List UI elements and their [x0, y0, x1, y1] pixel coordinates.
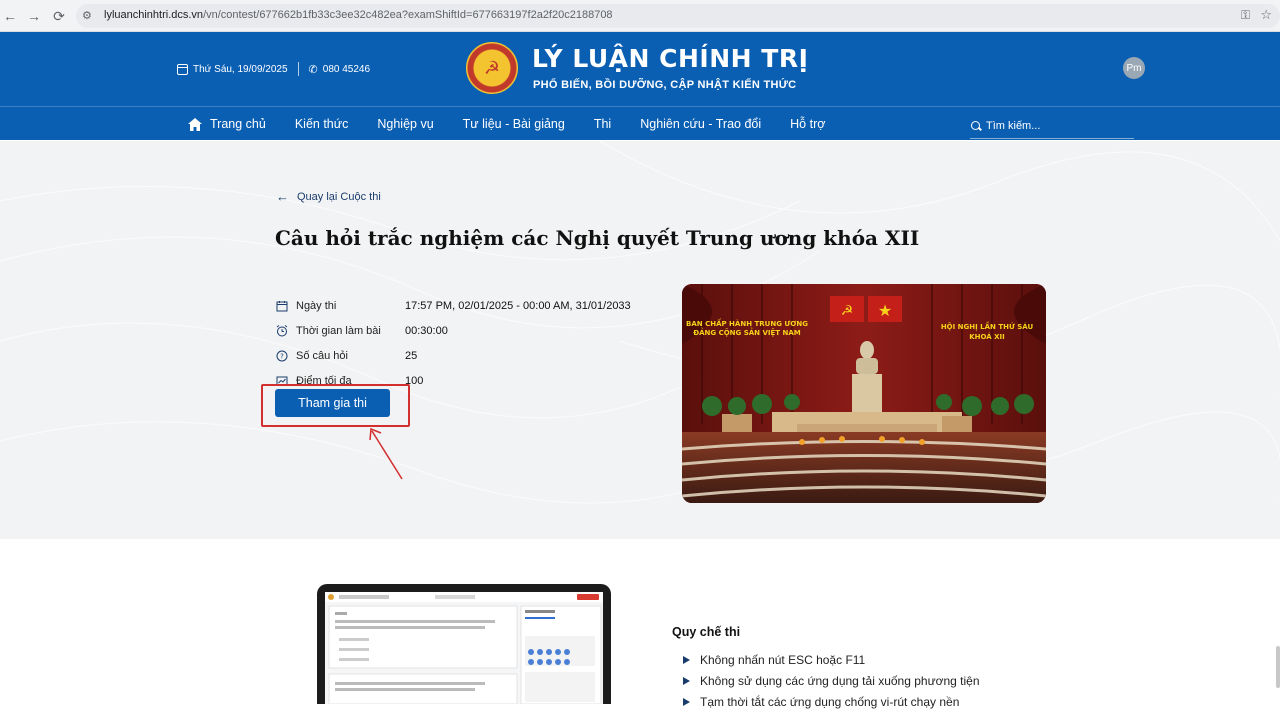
address-bar[interactable]: ⚙ lyluanchinhtri.dcs.vn/vn/contest/67766…: [76, 4, 1280, 28]
nav-item-home[interactable]: Trang chủ: [188, 117, 266, 131]
avatar[interactable]: Pm: [1123, 57, 1145, 79]
header-date: Thứ Sáu, 19/09/2025: [193, 63, 288, 75]
rules-title: Quy chế thi: [672, 625, 741, 639]
site-info-icon[interactable]: ⚙: [82, 9, 96, 23]
search-box[interactable]: [970, 113, 1134, 139]
page-title: Câu hỏi trắc nghiệm các Nghị quyết Trung…: [275, 226, 920, 250]
search-input[interactable]: [986, 119, 1126, 132]
laptop-screen: [325, 592, 603, 704]
site-header: Thứ Sáu, 19/09/2025 ✆ 080 45246 ☭ LÝ LUẬ…: [0, 32, 1280, 106]
bookmark-star-icon[interactable]: ☆: [1260, 7, 1272, 23]
list-item: Không nhấn nút ESC hoặc F11: [683, 649, 980, 670]
divider: [297, 62, 299, 76]
annotation-arrow-icon: [369, 427, 403, 480]
question-circle-icon: ?: [276, 350, 288, 362]
nav-items: Trang chủ Kiến thức Nghiệp vụ Tư liệu - …: [188, 107, 854, 141]
url-text: lyluanchinhtri.dcs.vn/vn/contest/677662b…: [104, 9, 613, 21]
info-label: Ngày thi: [296, 299, 337, 312]
main-nav: Trang chủ Kiến thức Nghiệp vụ Tư liệu - …: [0, 106, 1280, 140]
back-icon[interactable]: ←: [0, 6, 20, 26]
nav-item-knowledge[interactable]: Kiến thức: [295, 117, 349, 131]
svg-text:★: ★: [878, 301, 892, 320]
join-exam-button[interactable]: Tham gia thi: [275, 389, 390, 417]
back-to-contests-link[interactable]: ← Quay lại Cuộc thi: [276, 189, 381, 204]
back-label: Quay lại Cuộc thi: [297, 190, 381, 203]
info-label: Số câu hỏi: [296, 349, 348, 362]
rules-section: Quy chế thi Không nhấn nút ESC hoặc F11 …: [0, 539, 1280, 709]
key-icon[interactable]: ⚿: [1241, 8, 1250, 23]
calendar-icon: [177, 63, 188, 75]
list-item: Không sử dụng các ứng dụng tải xuống phư…: [683, 670, 980, 691]
background-pattern: [0, 141, 1280, 504]
rule-text: Tạm thời tắt các ứng dụng chống vi-rút c…: [700, 694, 960, 709]
reload-icon[interactable]: ⟳: [49, 6, 69, 26]
rule-text: Không sử dụng các ứng dụng tải xuống phư…: [700, 673, 980, 688]
laptop-mockup-image: [317, 584, 611, 704]
triangle-bullet-icon: [683, 676, 690, 685]
banner-text: HỘI NGHỊ LẦN THỨ SÁU: [941, 321, 1034, 331]
header-info: Thứ Sáu, 19/09/2025 ✆ 080 45246: [177, 62, 370, 76]
alarm-clock-icon: [276, 324, 288, 337]
calendar-icon: [276, 300, 288, 312]
info-value: 17:57 PM, 02/01/2025 - 00:00 AM, 31/01/2…: [405, 299, 631, 312]
contest-section: ← Quay lại Cuộc thi Câu hỏi trắc nghiệm …: [0, 141, 1280, 539]
rule-text: Không nhấn nút ESC hoặc F11: [700, 652, 866, 667]
nav-item-support[interactable]: Hỗ trợ: [790, 117, 825, 131]
nav-item-exam[interactable]: Thi: [594, 117, 611, 131]
site-title[interactable]: LÝ LUẬN CHÍNH TRỊ: [532, 44, 808, 73]
arrow-left-icon: ←: [276, 189, 289, 204]
contest-info: Ngày thi 17:57 PM, 02/01/2025 - 00:00 AM…: [276, 293, 631, 393]
browser-toolbar: ← → ⟳ ⚙ lyluanchinhtri.dcs.vn/vn/contest…: [0, 0, 1280, 32]
svg-text:☭: ☭: [841, 303, 854, 319]
party-emblem-icon[interactable]: ☭: [466, 42, 518, 94]
info-value: 00:30:00: [405, 324, 448, 337]
info-row-date: Ngày thi 17:57 PM, 02/01/2025 - 00:00 AM…: [276, 293, 631, 318]
scrollbar-thumb[interactable]: [1276, 646, 1280, 688]
triangle-bullet-icon: [683, 655, 690, 664]
info-label: Thời gian làm bài: [296, 324, 381, 337]
banner-text: ĐẢNG CỘNG SẢN VIỆT NAM: [693, 327, 800, 337]
search-icon: [970, 120, 982, 132]
info-row-duration: Thời gian làm bài 00:30:00: [276, 318, 631, 343]
home-icon: [188, 117, 202, 131]
site-subtitle: PHỔ BIẾN, BỒI DƯỠNG, CẬP NHẬT KIẾN THỨC: [533, 79, 797, 91]
nav-item-materials[interactable]: Tư liệu - Bài giảng: [463, 117, 565, 131]
svg-text:?: ?: [280, 352, 284, 360]
header-phone: 080 45246: [322, 63, 371, 75]
nav-item-operations[interactable]: Nghiệp vụ: [377, 117, 433, 131]
rules-list: Không nhấn nút ESC hoặc F11 Không sử dụn…: [683, 649, 980, 712]
banner-text: BAN CHẤP HÀNH TRUNG ƯƠNG: [686, 318, 808, 328]
info-row-questions: ? Số câu hỏi 25: [276, 343, 631, 368]
banner-text: KHOÁ XII: [969, 332, 1005, 341]
triangle-bullet-icon: [683, 697, 690, 706]
nav-item-research[interactable]: Nghiên cứu - Trao đổi: [640, 117, 761, 131]
list-item: Tạm thời tắt các ứng dụng chống vi-rút c…: [683, 691, 980, 712]
conference-hall-image: ☭ ★ BAN CHẤP HÀNH TRUNG ƯƠNG ĐẢNG CỘNG S…: [682, 284, 1046, 503]
forward-icon[interactable]: →: [24, 6, 44, 26]
phone-icon: ✆: [308, 63, 318, 76]
info-value: 25: [405, 349, 418, 362]
nav-item-label: Trang chủ: [210, 117, 266, 131]
